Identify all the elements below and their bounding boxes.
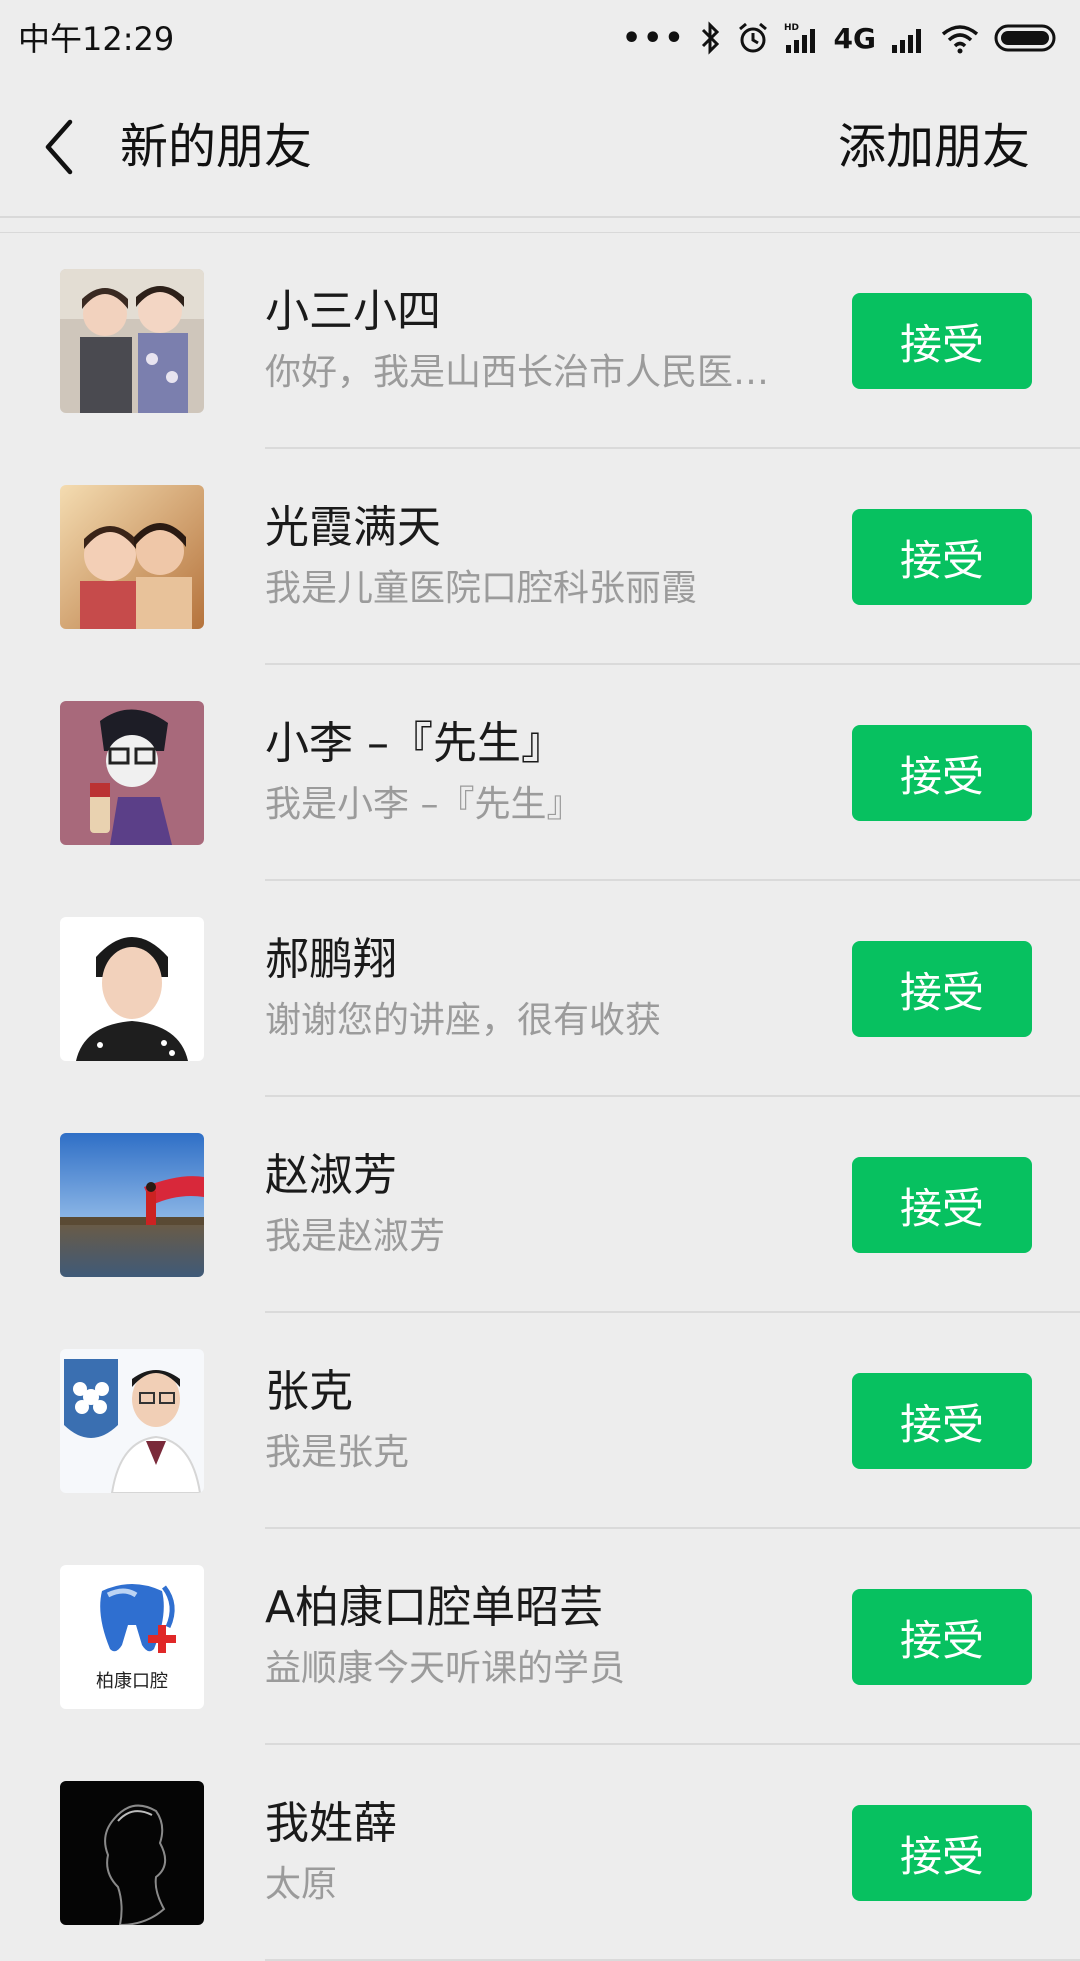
request-name: A柏康口腔单昭芸 — [265, 1582, 604, 1633]
request-name: 小李 –『先生』 — [265, 718, 565, 769]
friend-request-item[interactable]: 柏康口腔 A柏康口腔单昭芸 益顺康今天听课的学员 接受 — [0, 1529, 1080, 1745]
avatar — [60, 701, 204, 845]
status-time: 中午12:29 — [18, 20, 175, 58]
request-message: 我是小李 –『先生』 — [265, 784, 583, 825]
request-name: 郝鹏翔 — [265, 934, 397, 985]
header-divider — [0, 216, 1080, 218]
svg-text:HD: HD — [784, 23, 799, 33]
request-name: 光霞满天 — [265, 502, 441, 553]
friend-request-item[interactable]: 赵淑芳 我是赵淑芳 接受 — [0, 1097, 1080, 1313]
friend-request-item[interactable]: 小三小四 你好，我是山西长治市人民医… 接受 — [0, 233, 1080, 449]
friend-request-item[interactable]: 郝鹏翔 谢谢您的讲座，很有收获 接受 — [0, 881, 1080, 1097]
request-message: 我是赵淑芳 — [265, 1216, 446, 1257]
request-message: 谢谢您的讲座，很有收获 — [265, 1000, 662, 1041]
more-dots-icon: ••• — [622, 20, 686, 56]
request-name: 赵淑芳 — [265, 1150, 397, 1201]
avatar — [60, 269, 204, 413]
bluetooth-icon — [701, 21, 719, 55]
request-message: 你好，我是山西长治市人民医… — [265, 352, 770, 393]
avatar-logo-text: 柏康口腔 — [96, 1671, 168, 1692]
wifi-icon — [941, 25, 979, 54]
accept-button[interactable]: 接受 — [852, 509, 1032, 605]
accept-button[interactable]: 接受 — [852, 1373, 1032, 1469]
page-title: 新的朋友 — [120, 119, 313, 175]
request-message: 益顺康今天听课的学员 — [265, 1648, 626, 1689]
back-arrow-icon[interactable] — [40, 118, 80, 176]
cell-signal-icon — [892, 29, 921, 53]
request-message: 我是张克 — [265, 1432, 410, 1473]
avatar — [60, 1781, 204, 1925]
accept-button[interactable]: 接受 — [852, 1805, 1032, 1901]
accept-button[interactable]: 接受 — [852, 1589, 1032, 1685]
status-icons: ••• HD 4G — [622, 14, 1060, 62]
request-message: 太原 — [265, 1864, 338, 1905]
request-name: 我姓薛 — [265, 1798, 397, 1849]
status-bar: 中午12:29 ••• HD 4G — [0, 0, 1080, 76]
friend-request-list: 小三小四 你好，我是山西长治市人民医… 接受 光霞满天 我是儿童医院口腔科张丽霞… — [0, 233, 1080, 1961]
friend-request-item[interactable]: 光霞满天 我是儿童医院口腔科张丽霞 接受 — [0, 449, 1080, 665]
accept-button[interactable]: 接受 — [852, 725, 1032, 821]
alarm-icon — [738, 22, 767, 53]
request-message: 我是儿童医院口腔科张丽霞 — [265, 568, 698, 609]
accept-button[interactable]: 接受 — [852, 293, 1032, 389]
friend-request-item[interactable]: 小李 –『先生』 我是小李 –『先生』 接受 — [0, 665, 1080, 881]
nav-header: 新的朋友 添加朋友 — [0, 76, 1080, 216]
avatar — [60, 485, 204, 629]
avatar — [60, 1133, 204, 1277]
add-friend-button[interactable]: 添加朋友 — [838, 118, 1030, 176]
network-type: 4G — [833, 21, 876, 55]
avatar — [60, 917, 204, 1061]
friend-request-item[interactable]: 我姓薛 太原 接受 — [0, 1745, 1080, 1961]
hd-signal-icon: HD — [784, 23, 815, 53]
accept-button[interactable]: 接受 — [852, 1157, 1032, 1253]
avatar — [60, 1349, 204, 1493]
avatar: 柏康口腔 — [60, 1565, 204, 1709]
request-name: 小三小四 — [265, 286, 441, 337]
battery-icon — [994, 24, 1056, 52]
accept-button[interactable]: 接受 — [852, 941, 1032, 1037]
request-name: 张克 — [265, 1366, 353, 1417]
friend-request-item[interactable]: 张克 我是张克 接受 — [0, 1313, 1080, 1529]
